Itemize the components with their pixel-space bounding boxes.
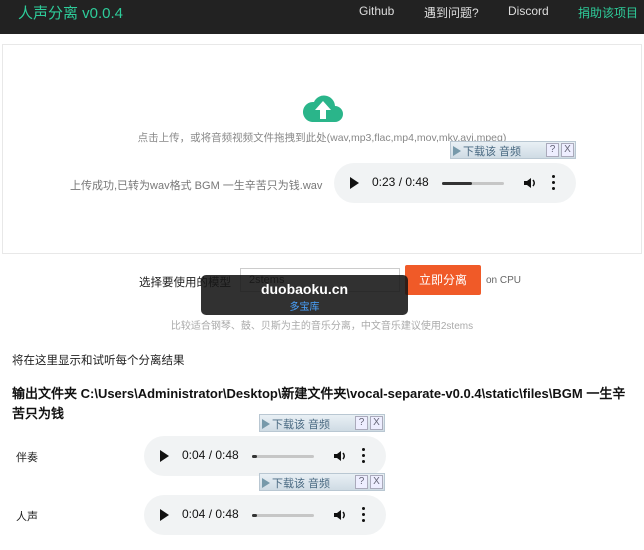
audio-time: 0:23 / 0:48 (372, 175, 429, 189)
volume-icon[interactable] (523, 176, 537, 190)
watermark-overlay: duobaoku.cn 多宝库 (201, 275, 408, 315)
audio-progress-fill (442, 182, 472, 185)
app-title[interactable]: 人声分离 v0.0.4 (18, 2, 123, 23)
nav-link-github[interactable]: Github (359, 4, 394, 18)
help-icon[interactable]: ? (355, 416, 368, 430)
download-audio-button[interactable]: 下载该 音频 (262, 416, 330, 432)
close-icon[interactable]: X (370, 475, 383, 489)
audio-progress-track[interactable] (442, 182, 504, 185)
play-icon[interactable] (350, 177, 359, 189)
help-icon[interactable]: ? (546, 143, 559, 157)
nav-link-donate[interactable]: 捐助该项目 (578, 4, 638, 21)
audio-time: 0:04 / 0:48 (182, 507, 239, 521)
track-label-accompaniment: 伴奏 (16, 452, 38, 464)
watermark-subtitle: 多宝库 (289, 302, 320, 313)
accompaniment-audio-player[interactable]: 0:04 / 0:48 (144, 436, 386, 476)
nav-link-discord[interactable]: Discord (508, 4, 549, 18)
download-toolbar: 下载该 音频 ? X (259, 414, 385, 432)
audio-time: 0:04 / 0:48 (182, 448, 239, 462)
download-play-icon (453, 146, 461, 156)
track-label-vocals: 人声 (16, 511, 38, 523)
vocals-audio-player[interactable]: 0:04 / 0:48 (144, 495, 386, 535)
watermark-title: duobaoku.cn (260, 281, 349, 297)
device-label: on CPU (486, 275, 522, 286)
upload-status: 上传成功,已转为wav格式 BGM 一生辛苦只为钱.wav (70, 180, 323, 192)
download-audio-button[interactable]: 下载该 音频 (453, 143, 521, 159)
audio-progress-fill (252, 514, 257, 517)
download-play-icon (262, 478, 270, 488)
volume-icon[interactable] (333, 449, 347, 463)
play-icon[interactable] (160, 509, 169, 521)
more-options-icon[interactable] (362, 507, 366, 523)
uploaded-audio-player[interactable]: 0:23 / 0:48 (334, 163, 576, 203)
more-options-icon[interactable] (362, 448, 366, 464)
play-icon[interactable] (160, 450, 169, 462)
results-hint: 将在这里显示和试听每个分离结果 (12, 355, 185, 367)
audio-progress-fill (252, 455, 257, 458)
separate-button[interactable]: 立即分离 (405, 265, 481, 295)
nav-link-faq[interactable]: 遇到问题? (424, 4, 479, 21)
download-audio-button[interactable]: 下载该 音频 (262, 475, 330, 491)
close-icon[interactable]: X (561, 143, 574, 157)
download-toolbar: 下载该 音频 ? X (450, 141, 576, 159)
download-toolbar: 下载该 音频 ? X (259, 473, 385, 491)
download-play-icon (262, 419, 270, 429)
volume-icon[interactable] (333, 508, 347, 522)
top-navbar: 人声分离 v0.0.4 Github 遇到问题? Discord 捐助该项目 (0, 0, 644, 34)
close-icon[interactable]: X (370, 416, 383, 430)
audio-progress-track[interactable] (252, 514, 314, 517)
audio-progress-track[interactable] (252, 455, 314, 458)
more-options-icon[interactable] (552, 175, 556, 191)
model-hint: 比较适合钢琴、鼓、贝斯为主的音乐分离，中文音乐建议使用2stems (170, 321, 474, 332)
cloud-upload-icon[interactable] (302, 92, 344, 124)
help-icon[interactable]: ? (355, 475, 368, 489)
